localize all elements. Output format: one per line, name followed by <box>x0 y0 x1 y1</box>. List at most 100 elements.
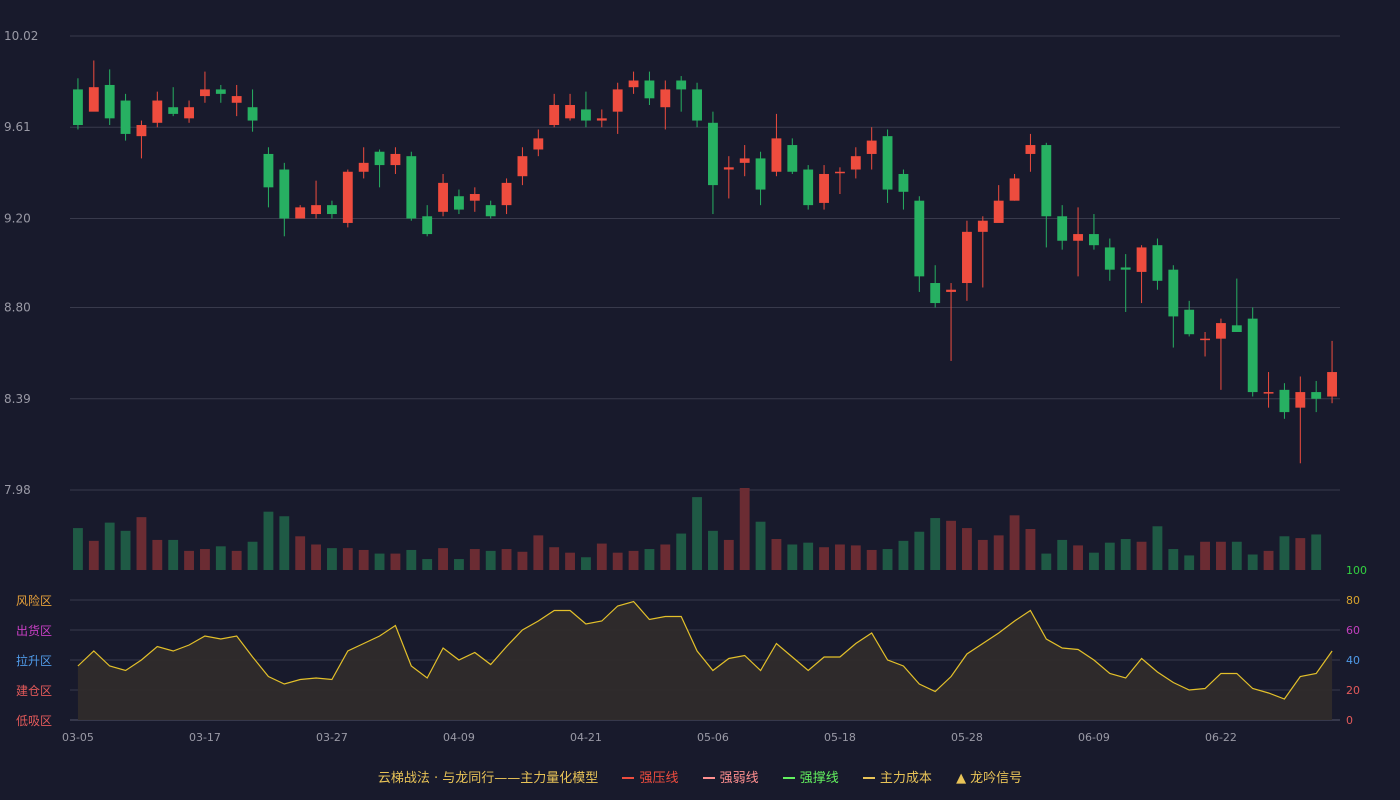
legend-item-main-cost[interactable]: 主力成本 <box>862 767 932 786</box>
candle <box>342 169 353 228</box>
candle <box>136 120 147 159</box>
oscillator-zone-label: 风险区 <box>16 593 52 608</box>
candle <box>263 147 274 208</box>
volume-bar <box>993 535 1004 570</box>
volume-bar <box>358 549 369 570</box>
candle <box>1295 376 1306 464</box>
volume-bar <box>1247 554 1258 570</box>
legend-swatch-main-cost <box>862 776 875 779</box>
volume-bar <box>866 549 877 570</box>
x-tick-label: 04-21 <box>570 731 602 744</box>
candle <box>73 78 83 130</box>
triangle-icon: ▲ <box>956 771 967 786</box>
candle-body <box>1247 318 1258 393</box>
candle-body <box>1136 247 1147 272</box>
volume-bar <box>1136 541 1147 570</box>
volume-bar <box>1279 536 1290 570</box>
volume-bar <box>946 520 956 570</box>
candle <box>739 145 750 177</box>
volume-bar <box>73 528 83 570</box>
oscillator-tick-label: 40 <box>1346 654 1360 667</box>
volume-bar <box>184 550 194 570</box>
candle <box>247 89 258 132</box>
candle-body <box>501 182 512 206</box>
volume-bar <box>200 549 210 570</box>
volume-bar <box>342 548 353 570</box>
price-tick-label: 9.20 <box>4 211 31 225</box>
candle <box>1120 254 1131 312</box>
candle-body <box>549 104 560 126</box>
volume-bar <box>1057 539 1068 570</box>
volume-bar <box>660 544 671 570</box>
legend-swatch-strong-support <box>782 776 795 779</box>
oscillator-tick-label: 100 <box>1346 564 1367 577</box>
volume-bar <box>882 549 893 570</box>
x-tick-label: 03-05 <box>62 731 94 744</box>
volume-bar <box>1152 526 1163 570</box>
candle <box>422 205 433 237</box>
volume-bar <box>898 540 909 570</box>
legend-item-strong-resistance[interactable]: 强压线 <box>622 767 678 786</box>
candle-body <box>485 205 496 217</box>
candle <box>152 91 163 128</box>
candle <box>454 189 464 215</box>
candle <box>977 216 988 288</box>
volume-bar <box>1200 541 1210 570</box>
candle-body <box>247 107 258 121</box>
price-tick-label: 8.39 <box>4 392 31 406</box>
volume-bar <box>1073 545 1083 570</box>
volume-bar <box>247 541 258 570</box>
candle <box>898 169 909 210</box>
candle-body <box>565 104 575 119</box>
candle-body <box>993 200 1004 223</box>
volume-bar <box>723 539 734 570</box>
candle <box>723 156 734 199</box>
volume-bar <box>1041 553 1052 570</box>
legend-item-dragon-signal[interactable]: ▲ 龙吟信号 <box>956 767 1022 786</box>
candle-body <box>1279 389 1290 413</box>
candle-body <box>1041 145 1052 217</box>
volume-bar <box>835 544 845 570</box>
candle-body <box>1057 216 1068 241</box>
candle-body <box>1152 245 1163 281</box>
candle-body <box>581 109 591 121</box>
volume-bar <box>406 549 417 570</box>
x-tick-label: 06-09 <box>1078 731 1110 744</box>
candle-body <box>1327 372 1337 397</box>
candle <box>787 138 798 174</box>
oscillator-tick-label: 60 <box>1346 624 1360 637</box>
volume-bar <box>136 517 147 570</box>
oscillator-zone-label: 建仓区 <box>16 684 52 698</box>
candle-body <box>644 80 655 99</box>
price-tick-label: 8.80 <box>4 301 31 315</box>
candle-body <box>755 158 766 190</box>
candle <box>835 167 845 195</box>
candle <box>438 173 448 217</box>
candle <box>549 93 560 128</box>
volume-bar <box>803 542 814 570</box>
candle <box>358 147 369 179</box>
candle-body <box>1263 392 1274 394</box>
x-tick-label: 04-09 <box>443 731 475 744</box>
volume-bar <box>1311 534 1322 570</box>
candle <box>1168 265 1179 348</box>
candle-body <box>1295 392 1306 408</box>
candle <box>1216 318 1226 390</box>
candle-body <box>469 194 480 201</box>
candle <box>1263 372 1274 408</box>
volume-bar <box>977 539 988 570</box>
legend-swatch-strong-resistance <box>622 776 635 779</box>
candle <box>1231 278 1242 332</box>
candle-body <box>676 80 687 90</box>
volume-bar <box>88 540 99 570</box>
volume-bar <box>231 550 242 570</box>
candle <box>882 129 893 203</box>
candle-body <box>771 138 782 172</box>
candle <box>1279 383 1290 419</box>
legend-item-strong-support[interactable]: 强撑线 <box>782 767 839 786</box>
volume-bar <box>327 548 337 570</box>
legend-item-strength-line[interactable]: 强弱线 <box>702 767 759 786</box>
volume-bar <box>581 557 591 570</box>
candle-body <box>1089 234 1099 246</box>
volume-bar <box>1120 539 1131 570</box>
